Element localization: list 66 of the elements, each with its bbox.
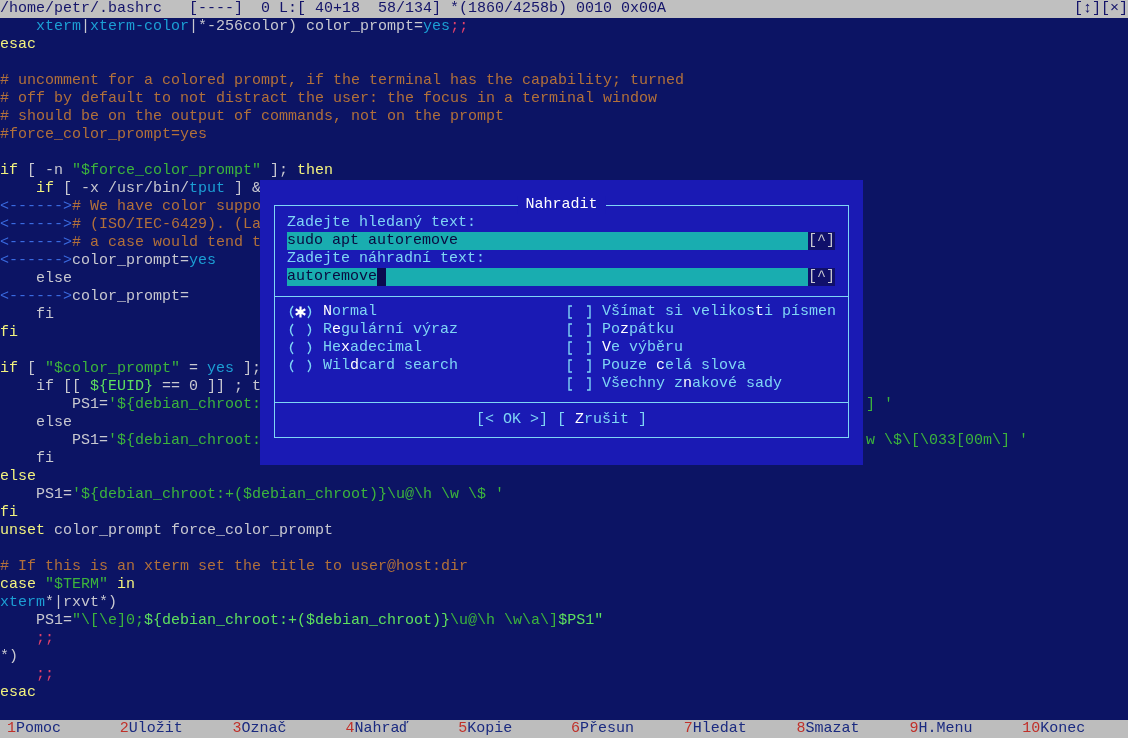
window-button[interactable]: [↕] xyxy=(1073,0,1101,18)
field-label: Zadejte náhradní text: xyxy=(287,250,487,268)
code-line: if [ -n "$force_color_prompt" ]; then xyxy=(0,162,334,179)
code-line: xterm*|rxvt*) xyxy=(0,594,118,611)
code-line: unset color_prompt force_color_prompt xyxy=(0,522,334,539)
code-line: # off by default to not distract the user: the focus in a terminal window xyxy=(0,90,658,107)
code-line: xterm|xterm-color|*-256color) color_prompt=yes;; xyxy=(35,18,469,35)
function-key[interactable]: 2Uložit xyxy=(112,720,226,738)
code-line: <------># (ISO/IEC-6429). (La xyxy=(0,216,262,233)
function-key[interactable]: 3Označ xyxy=(225,720,339,738)
code-line: ] ' xyxy=(866,396,893,414)
history-button[interactable]: [^] xyxy=(808,268,835,286)
function-key[interactable]: 9H.Menu xyxy=(902,720,1016,738)
code-line: case "$TERM" in xyxy=(0,576,136,593)
code-line: ;; xyxy=(35,630,54,647)
file-status: /home/petr/.bashrc [----] 0 L:[ 40+18 58/134] *(1860/4258b) 0010 0x00A xyxy=(0,0,667,18)
checkbox-option[interactable]: Pouze celá slova xyxy=(565,357,836,375)
function-key[interactable]: 1Pomoc xyxy=(0,720,113,738)
code-line: fi xyxy=(35,306,54,323)
code-line: PS1="\[\e]0;${debian_chroot:+($debian_chroot)}\u@\h \w\a\]$PS1" xyxy=(35,612,604,629)
code-line: *) xyxy=(0,648,18,665)
code-line: <------>color_prompt=yes xyxy=(0,252,217,269)
code-line: <------>color_prompt= xyxy=(0,288,190,305)
function-key[interactable]: 7Hledat xyxy=(676,720,790,738)
radio-option[interactable]: Normal xyxy=(287,303,566,321)
function-key[interactable]: 10Konec xyxy=(1015,720,1128,738)
checkbox-option[interactable]: Pozpátku xyxy=(565,321,836,339)
code-line: else xyxy=(0,468,36,485)
radio-option[interactable]: Regulární výraz xyxy=(287,321,566,339)
radio-option[interactable]: Wildcard search xyxy=(287,357,566,375)
code-line: <------># We have color suppo xyxy=(0,198,262,215)
window-button[interactable]: [×] xyxy=(1101,0,1128,18)
input-field[interactable]: sudo apt autoremove xyxy=(287,232,808,250)
checkbox-option[interactable]: Všímat si velikosti písmen xyxy=(565,303,836,321)
code-line: if [ "$color_prompt" = yes ]; xyxy=(0,360,262,377)
code-line: # If this is an xterm set the title to user@host:dir xyxy=(0,558,469,575)
dialog-button[interactable]: [ Zrušit ] xyxy=(557,411,648,429)
code-line: # should be on the output of commands, not on the prompt xyxy=(0,108,505,125)
function-key[interactable]: 6Přesun xyxy=(564,720,677,738)
function-key[interactable]: 8Smazat xyxy=(789,720,903,738)
code-line: PS1='${debian_chroot: xyxy=(71,396,262,413)
code-line: w \$\[\033[00m\] ' xyxy=(866,432,1029,450)
dialog-button[interactable]: [< OK >] xyxy=(475,411,548,429)
code-line: esac xyxy=(0,684,36,701)
code-line: esac xyxy=(0,36,36,53)
code-line: else xyxy=(35,414,72,431)
field-label: Zadejte hledaný text: xyxy=(287,214,478,232)
code-line: if [[ ${EUID} == 0 ]] ; t xyxy=(35,378,262,395)
history-button[interactable]: [^] xyxy=(808,232,835,250)
input-field[interactable]: autoremove xyxy=(287,268,808,286)
checkbox-option[interactable]: Všechny znakové sady xyxy=(565,375,836,393)
code-line: <------># a case would tend t xyxy=(0,234,262,251)
code-line: else xyxy=(35,270,72,287)
code-line: fi xyxy=(0,504,18,521)
code-line: PS1='${debian_chroot: xyxy=(71,432,262,449)
function-key[interactable]: 4Nahraď xyxy=(338,720,452,738)
code-line: if [ -x /usr/bin/tput ] & xyxy=(35,180,262,197)
code-line: PS1='${debian_chroot:+($debian_chroot)}\u@\h \w \$ ' xyxy=(35,486,505,503)
radio-option[interactable]: Hexadecimal xyxy=(287,339,566,357)
function-key[interactable]: 5Kopie xyxy=(451,720,564,738)
code-line: fi xyxy=(35,450,54,467)
code-line: #force_color_prompt=yes xyxy=(0,126,208,143)
code-line: # uncomment for a colored prompt, if the terminal has the capability; turned xyxy=(0,72,685,89)
code-line: ;; xyxy=(35,666,54,683)
code-line: fi xyxy=(0,324,18,341)
checkbox-option[interactable]: Ve výběru xyxy=(565,339,836,357)
